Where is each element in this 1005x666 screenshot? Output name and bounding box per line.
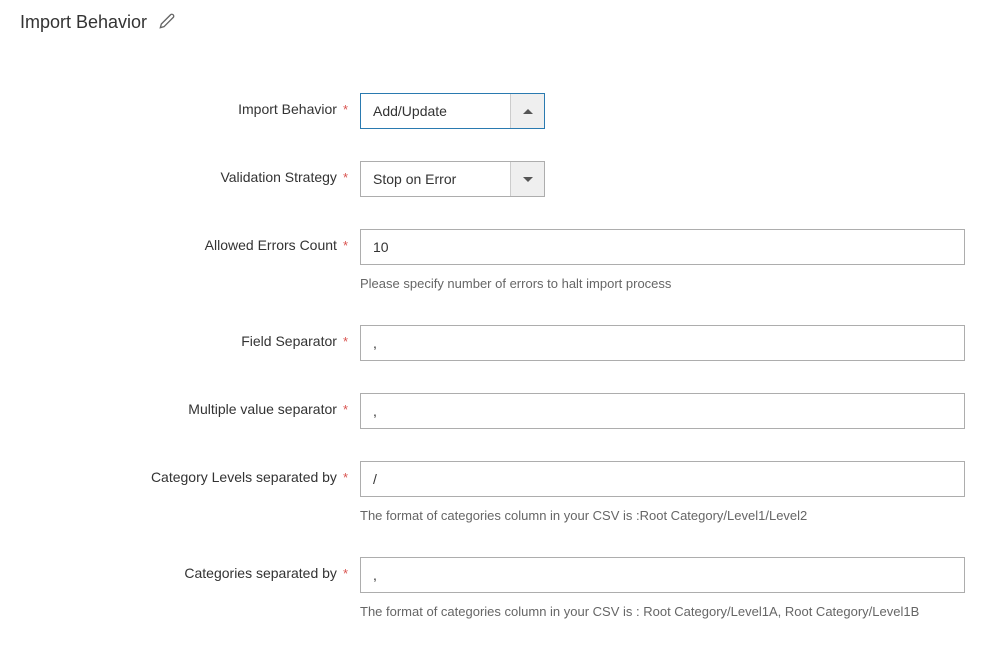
label-cell: Multiple value separator *	[20, 393, 360, 417]
select-value: Add/Update	[361, 103, 510, 119]
chevron-down-icon	[510, 162, 544, 196]
label-cell: Import Behavior *	[20, 93, 360, 117]
input-field-separator[interactable]	[360, 325, 965, 361]
input-categories-separator[interactable]	[360, 557, 965, 593]
label-category-levels-separator: Category Levels separated by	[151, 469, 337, 485]
row-categories-separator: Categories separated by * The format of …	[20, 557, 985, 621]
label-import-behavior: Import Behavior	[238, 101, 337, 117]
input-cell: The format of categories column in your …	[360, 557, 970, 621]
label-validation-strategy: Validation Strategy	[220, 169, 336, 185]
input-cell	[360, 393, 970, 429]
input-allowed-errors[interactable]	[360, 229, 965, 265]
input-cell	[360, 325, 970, 361]
help-allowed-errors: Please specify number of errors to halt …	[360, 275, 970, 293]
input-cell: Please specify number of errors to halt …	[360, 229, 970, 293]
label-allowed-errors: Allowed Errors Count	[205, 237, 337, 253]
required-mark: *	[343, 334, 348, 349]
required-mark: *	[343, 402, 348, 417]
label-cell: Validation Strategy *	[20, 161, 360, 185]
label-cell: Field Separator *	[20, 325, 360, 349]
label-cell: Allowed Errors Count *	[20, 229, 360, 253]
input-cell: Add/Update	[360, 93, 970, 129]
edit-icon[interactable]	[159, 13, 175, 32]
required-mark: *	[343, 470, 348, 485]
required-mark: *	[343, 170, 348, 185]
input-category-levels-separator[interactable]	[360, 461, 965, 497]
help-category-levels-separator: The format of categories column in your …	[360, 507, 970, 525]
required-mark: *	[343, 102, 348, 117]
chevron-up-icon	[510, 94, 544, 128]
required-mark: *	[343, 566, 348, 581]
select-validation-strategy[interactable]: Stop on Error	[360, 161, 545, 197]
input-multiple-value-separator[interactable]	[360, 393, 965, 429]
label-cell: Category Levels separated by *	[20, 461, 360, 485]
select-value: Stop on Error	[361, 171, 510, 187]
row-category-levels-separator: Category Levels separated by * The forma…	[20, 461, 985, 525]
row-multiple-value-separator: Multiple value separator *	[20, 393, 985, 429]
label-cell: Categories separated by *	[20, 557, 360, 581]
row-validation-strategy: Validation Strategy * Stop on Error	[20, 161, 985, 197]
input-cell: Stop on Error	[360, 161, 970, 197]
row-import-behavior: Import Behavior * Add/Update	[20, 93, 985, 129]
row-allowed-errors: Allowed Errors Count * Please specify nu…	[20, 229, 985, 293]
help-categories-separator: The format of categories column in your …	[360, 603, 970, 621]
select-import-behavior[interactable]: Add/Update	[360, 93, 545, 129]
label-categories-separator: Categories separated by	[184, 565, 337, 581]
required-mark: *	[343, 238, 348, 253]
label-field-separator: Field Separator	[241, 333, 337, 349]
label-multiple-value-separator: Multiple value separator	[188, 401, 337, 417]
section-title: Import Behavior	[20, 12, 147, 33]
section-header: Import Behavior	[20, 12, 985, 33]
input-cell: The format of categories column in your …	[360, 461, 970, 525]
row-field-separator: Field Separator *	[20, 325, 985, 361]
